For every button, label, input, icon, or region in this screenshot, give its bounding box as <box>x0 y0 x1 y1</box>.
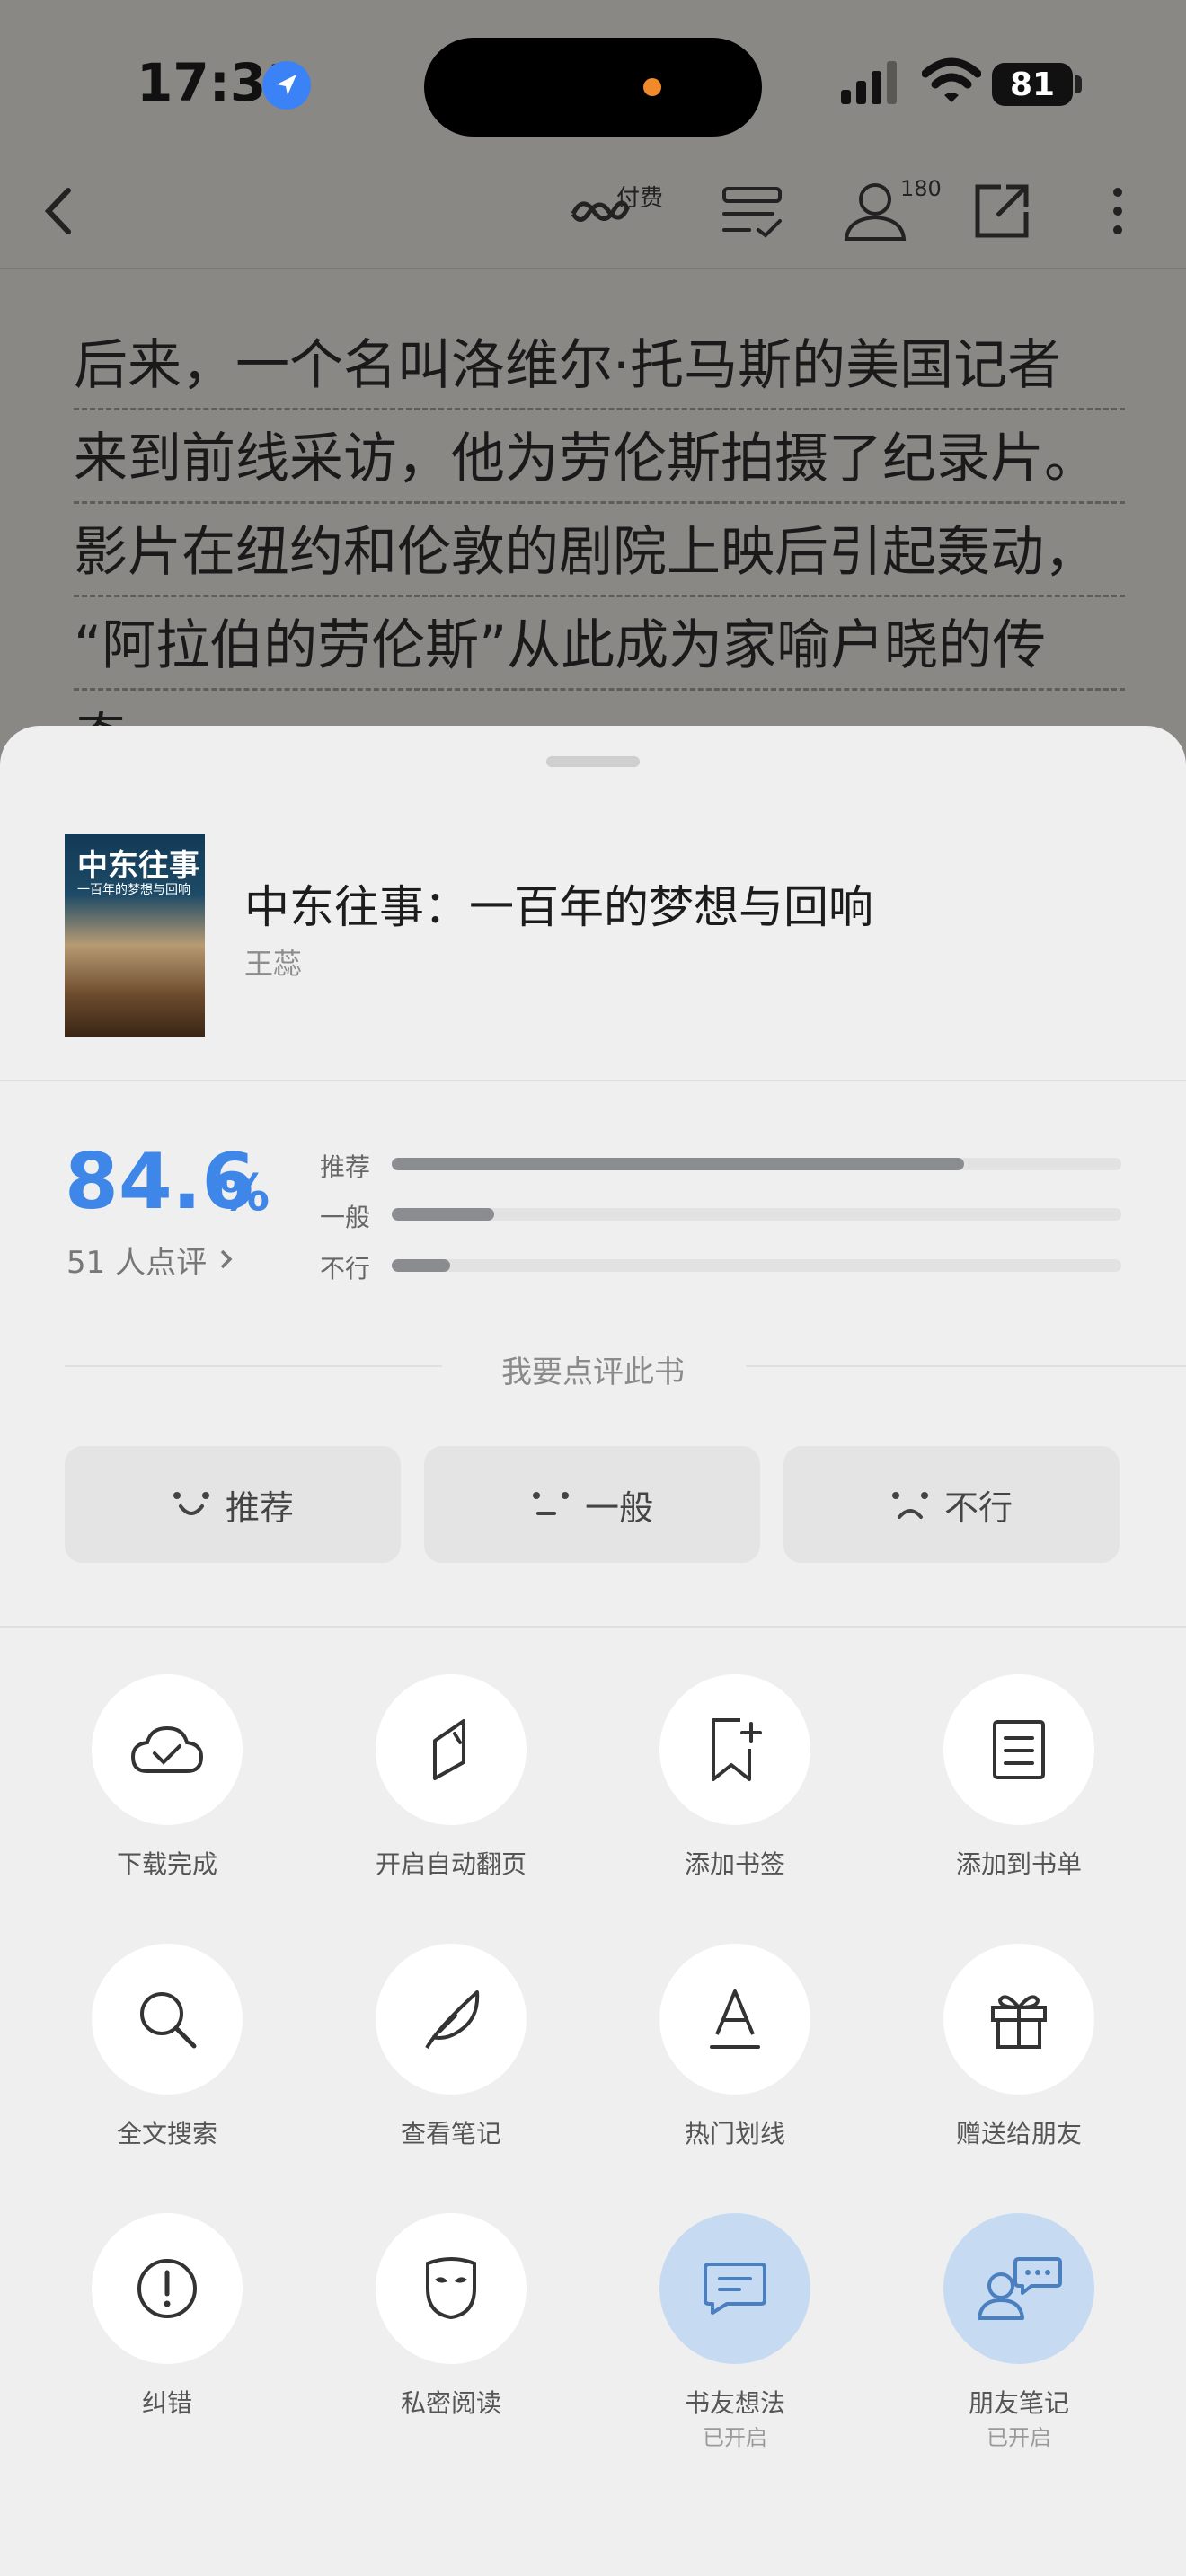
reading-line[interactable]: “阿拉伯的劳伦斯”从此成为家喻户晓的传 <box>74 613 1125 691</box>
action-label: 开启自动翻页 <box>375 1849 527 1879</box>
action-circle <box>92 1944 243 2095</box>
action-label: 下载完成 <box>116 1849 217 1879</box>
action-status: 已开启 <box>703 2425 767 2450</box>
status-bar: 17:31 81 <box>0 0 1186 171</box>
action-hot-underline[interactable]: 热门划线 <box>645 1944 825 2150</box>
comment-icon <box>704 2263 766 2315</box>
action-label: 添加到书单 <box>955 1849 1082 1879</box>
bar-label-bad: 不行 <box>320 1254 371 1284</box>
action-label: 添加书签 <box>684 1849 785 1879</box>
action-circle <box>943 1674 1094 1825</box>
rate-average-label: 一般 <box>584 1487 653 1528</box>
section-divider <box>0 1080 1186 1081</box>
action-label: 朋友笔记 <box>968 2388 1069 2418</box>
action-label: 赠送给朋友 <box>955 2119 1082 2148</box>
action-circle <box>659 1944 810 2095</box>
action-circle <box>92 2213 243 2364</box>
neutral-face-icon <box>532 1492 569 1515</box>
action-circle <box>376 1674 527 1825</box>
book-title[interactable]: 中东往事：一百年的梦想与回响 <box>244 871 873 936</box>
cover-subtitle: 一百年的梦想与回响 <box>77 883 190 897</box>
rate-recommend-button[interactable]: 推荐 <box>65 1446 401 1563</box>
bar-fill-recommend <box>392 1158 965 1170</box>
nav-divider <box>0 268 1186 269</box>
mask-icon <box>426 2257 476 2320</box>
bar-label-average: 一般 <box>320 1203 371 1232</box>
rate-recommend-label: 推荐 <box>225 1487 294 1528</box>
action-add-bookmark[interactable]: 添加书签 <box>645 1674 825 1881</box>
underline-a-icon <box>710 1989 760 2049</box>
dynamic-island <box>424 38 762 137</box>
chapter-list-icon[interactable] <box>719 180 787 243</box>
section-divider <box>0 1626 1186 1628</box>
rating-count-link[interactable]: 51 人点评 <box>66 1238 236 1282</box>
frown-icon <box>891 1492 928 1519</box>
battery-level: 81 <box>992 63 1073 106</box>
share-icon[interactable] <box>970 180 1033 243</box>
bar-track-bad <box>392 1259 1121 1272</box>
bookmark-add-icon <box>712 1718 762 1781</box>
action-circle <box>943 1944 1094 2095</box>
action-circle <box>376 1944 527 2095</box>
reading-line[interactable]: 来到前线采访，他为劳伦斯拍摄了纪录片。 <box>74 426 1125 504</box>
action-label: 纠错 <box>141 2388 192 2418</box>
action-label: 热门划线 <box>684 2119 785 2148</box>
rating-count-text: 51 人点评 <box>66 1245 208 1281</box>
location-arrow-icon <box>262 61 311 110</box>
cloud-check-icon <box>130 1725 204 1773</box>
action-report-error[interactable]: 纠错 <box>77 2213 257 2420</box>
recording-dot-icon <box>643 78 661 96</box>
battery-tip <box>1075 75 1082 93</box>
bar-fill-bad <box>392 1259 450 1272</box>
action-add-booklist[interactable]: 添加到书单 <box>929 1674 1109 1881</box>
action-label: 书友想法 <box>684 2388 785 2418</box>
reader-count: 180 <box>900 176 942 201</box>
rate-bad-label: 不行 <box>943 1487 1013 1528</box>
action-friend-notes[interactable]: 朋友笔记 已开启 <box>929 2213 1109 2451</box>
bar-track-average <box>392 1208 1121 1221</box>
rating-percent-sign: % <box>219 1164 270 1222</box>
alert-circle-icon <box>137 2259 197 2318</box>
cover-title: 中东往事 <box>77 848 199 884</box>
sheet-drag-handle[interactable] <box>546 756 640 767</box>
reading-line[interactable]: 影片在纽约和伦敦的剧院上映后引起轰动， <box>74 519 1125 597</box>
action-private-reading[interactable]: 私密阅读 <box>361 2213 541 2420</box>
bar-fill-average <box>392 1208 494 1221</box>
action-circle <box>92 1674 243 1825</box>
action-label: 查看笔记 <box>400 2119 501 2148</box>
rate-average-button[interactable]: 一般 <box>424 1446 760 1563</box>
paid-label: 付费 <box>616 185 664 212</box>
search-icon <box>140 1992 197 2049</box>
reading-line[interactable]: 后来，一个名叫洛维尔·托马斯的美国记者 <box>74 332 1125 410</box>
bar-track-recommend <box>392 1158 1121 1170</box>
action-full-search[interactable]: 全文搜索 <box>77 1944 257 2150</box>
friends-chat-icon <box>978 2257 1062 2320</box>
action-reader-thoughts[interactable]: 书友想法 已开启 <box>645 2213 825 2451</box>
smile-icon <box>173 1492 209 1515</box>
back-chevron-icon[interactable] <box>25 180 97 243</box>
gift-icon <box>991 1995 1047 2049</box>
action-circle-enabled <box>943 2213 1094 2364</box>
rate-prompt: 我要点评此书 <box>501 1354 685 1390</box>
action-circle <box>659 1674 810 1825</box>
action-label: 私密阅读 <box>400 2388 501 2418</box>
cellular-signal-icon <box>841 61 897 104</box>
action-status: 已开启 <box>987 2425 1051 2450</box>
action-download[interactable]: 下载完成 <box>77 1674 257 1881</box>
page-flip-icon <box>433 1719 465 1780</box>
bar-label-recommend: 推荐 <box>320 1152 371 1182</box>
chevron-right-icon <box>220 1249 233 1269</box>
more-dots-icon[interactable] <box>1091 180 1145 243</box>
action-circle-enabled <box>659 2213 810 2364</box>
rate-bad-button[interactable]: 不行 <box>783 1446 1120 1563</box>
book-author[interactable]: 王蕊 <box>244 941 302 983</box>
action-circle <box>376 2213 527 2364</box>
action-label: 全文搜索 <box>116 2119 217 2148</box>
wifi-icon <box>922 57 981 102</box>
booklist-icon <box>993 1720 1045 1779</box>
action-auto-page[interactable]: 开启自动翻页 <box>361 1674 541 1881</box>
action-view-notes[interactable]: 查看笔记 <box>361 1944 541 2150</box>
feather-icon <box>425 1990 480 2050</box>
action-gift-friend[interactable]: 赠送给朋友 <box>929 1944 1109 2150</box>
